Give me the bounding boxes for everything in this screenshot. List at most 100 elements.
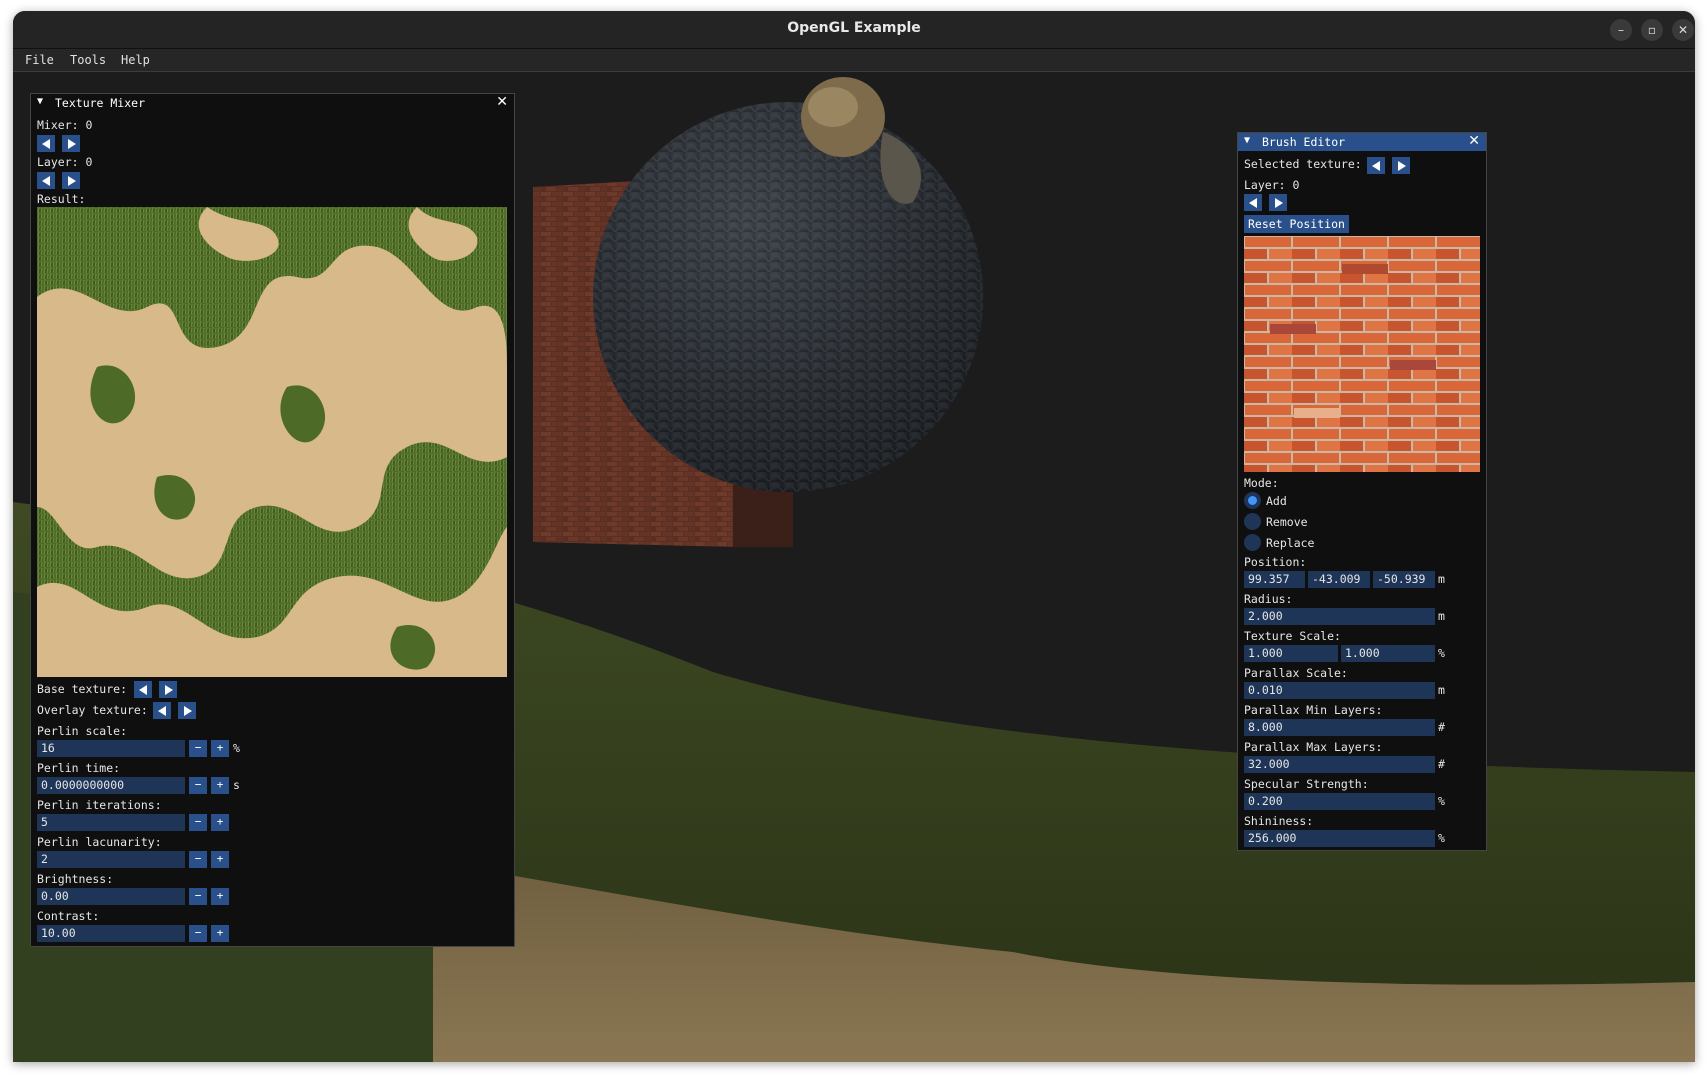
layer-label: Layer: 0 [1244,178,1300,192]
texture-mixer-panel: ▼ Texture Mixer ✕ Mixer: 0 Layer: 0 Resu… [30,93,515,947]
perlin-lacunarity-input[interactable]: 2 [37,851,185,868]
position-z-input[interactable]: -50.939 [1373,571,1435,588]
arrow-left-icon [139,685,147,695]
arrow-right-icon [1398,161,1406,171]
menu-file[interactable]: File [25,53,54,67]
mode-replace-label[interactable]: Replace [1266,536,1314,550]
layer-prev-button[interactable] [37,172,55,189]
selected-texture-prev-button[interactable] [1367,157,1385,174]
menu-help[interactable]: Help [121,53,150,67]
perlin-time-minus-button[interactable]: − [189,777,207,794]
layer-prev-button[interactable] [1244,194,1262,211]
arrow-left-icon [1249,198,1257,208]
parallax-max-input[interactable]: 32.000 [1244,756,1435,773]
brush-editor-panel: ▼ Brush Editor ✕ Selected texture: Layer… [1237,132,1487,851]
perlin-time-input[interactable]: 0.0000000000 [37,777,185,794]
position-x-input[interactable]: 99.357 [1244,571,1305,588]
reset-position-button[interactable]: Reset Position [1244,215,1349,233]
perlin-scale-label: Perlin scale: [37,724,128,738]
base-texture-label: Base texture: [37,682,128,696]
contrast-input[interactable]: 10.00 [37,925,185,942]
shininess-unit: % [1438,831,1445,845]
specular-input[interactable]: 0.200 [1244,793,1435,810]
close-icon[interactable]: ✕ [496,94,508,110]
mode-remove-label[interactable]: Remove [1266,515,1308,529]
perlin-scale-input[interactable]: 16 [37,740,185,757]
perlin-time-plus-button[interactable]: + [211,777,229,794]
parallax-max-unit: # [1438,757,1445,771]
3d-viewport[interactable]: ▼ Texture Mixer ✕ Mixer: 0 Layer: 0 Resu… [13,72,1695,1062]
position-unit: m [1438,572,1445,586]
result-label: Result: [37,192,86,206]
brightness-plus-button[interactable]: + [211,888,229,905]
radius-unit: m [1438,609,1445,623]
perlin-lacunarity-minus-button[interactable]: − [189,851,207,868]
texture-scale-label: Texture Scale: [1244,629,1341,643]
parallax-scale-input[interactable]: 0.010 [1244,682,1435,699]
selected-texture-next-button[interactable] [1392,157,1410,174]
arrow-left-icon [1372,161,1380,171]
mode-replace-radio[interactable] [1244,534,1261,551]
window-title: OpenGL Example [787,20,921,36]
panel-title: Brush Editor [1262,135,1346,149]
contrast-plus-button[interactable]: + [211,925,229,942]
collapse-triangle-icon[interactable]: ▼ [37,96,43,107]
overlay-texture-next-button[interactable] [178,702,196,719]
arrow-right-icon [68,176,76,186]
position-label: Position: [1244,555,1307,569]
perlin-lacunarity-plus-button[interactable]: + [211,851,229,868]
brick-texture-preview [1244,236,1480,472]
perlin-scale-unit: % [233,741,240,755]
menu-tools[interactable]: Tools [70,53,106,67]
arrow-right-icon [165,685,173,695]
perlin-scale-minus-button[interactable]: − [189,740,207,757]
base-texture-prev-button[interactable] [134,681,152,698]
layer-next-button[interactable] [62,172,80,189]
radius-label: Radius: [1244,592,1293,606]
perlin-iterations-minus-button[interactable]: − [189,814,207,831]
close-icon[interactable]: ✕ [1468,133,1480,149]
mode-add-radio[interactable] [1244,492,1261,509]
parallax-min-input[interactable]: 8.000 [1244,719,1435,736]
arrow-right-icon [68,139,76,149]
mixer-prev-button[interactable] [37,135,55,152]
collapse-triangle-icon[interactable]: ▼ [1244,135,1250,146]
mixer-next-button[interactable] [62,135,80,152]
mode-add-label[interactable]: Add [1266,494,1287,508]
overlay-texture-prev-button[interactable] [153,702,171,719]
close-window-button[interactable]: ✕ [1672,19,1694,41]
arrow-left-icon [42,139,50,149]
menu-bar: File Tools Help [13,49,1695,72]
parallax-max-label: Parallax Max Layers: [1244,740,1383,754]
shininess-input[interactable]: 256.000 [1244,830,1435,847]
arrow-right-icon [184,706,192,716]
brightness-input[interactable]: 0.00 [37,888,185,905]
parallax-scale-label: Parallax Scale: [1244,666,1348,680]
arrow-left-icon [158,706,166,716]
arrow-right-icon [1275,198,1283,208]
arrow-left-icon [42,176,50,186]
contrast-minus-button[interactable]: − [189,925,207,942]
result-texture-preview [37,207,507,677]
radius-input[interactable]: 2.000 [1244,608,1435,625]
parallax-min-label: Parallax Min Layers: [1244,703,1383,717]
app-window: OpenGL Example – ▫ ✕ File Tools Help ▼ T… [13,11,1695,1062]
position-y-input[interactable]: -43.009 [1308,571,1370,588]
brush-editor-titlebar[interactable]: ▼ Brush Editor ✕ [1238,133,1486,151]
mode-remove-radio[interactable] [1244,513,1261,530]
texture-scale-y-input[interactable]: 1.000 [1341,645,1435,662]
texture-mixer-titlebar[interactable]: ▼ Texture Mixer ✕ [31,94,514,112]
maximize-button[interactable]: ▫ [1641,19,1663,41]
parallax-scale-unit: m [1438,683,1445,697]
perlin-iterations-plus-button[interactable]: + [211,814,229,831]
perlin-scale-plus-button[interactable]: + [211,740,229,757]
texture-scale-x-input[interactable]: 1.000 [1244,645,1338,662]
specular-label: Specular Strength: [1244,777,1369,791]
base-texture-next-button[interactable] [159,681,177,698]
brightness-minus-button[interactable]: − [189,888,207,905]
parallax-min-unit: # [1438,720,1445,734]
minimize-button[interactable]: – [1610,19,1632,41]
mixer-label: Mixer: 0 [37,118,93,132]
layer-next-button[interactable] [1269,194,1287,211]
perlin-iterations-input[interactable]: 5 [37,814,185,831]
